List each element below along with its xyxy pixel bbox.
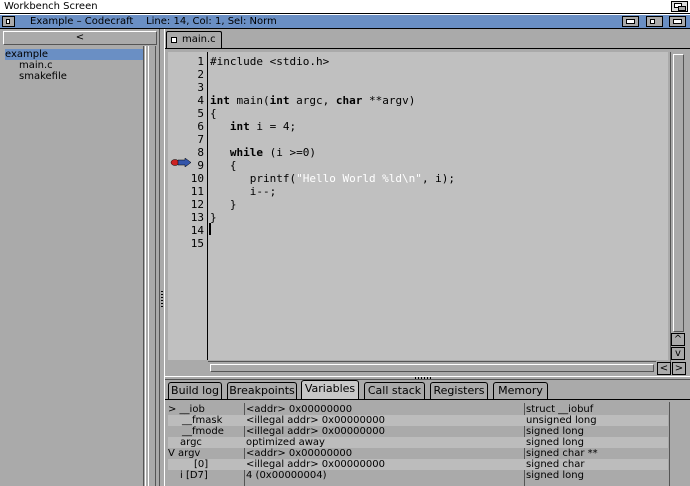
var-name: __fmask bbox=[182, 415, 223, 426]
close-gadget-icon[interactable] bbox=[2, 16, 15, 27]
tab-main-c[interactable]: main.c bbox=[166, 31, 222, 48]
code-line-8: while (i >=0) bbox=[229, 146, 316, 159]
tab-call-stack[interactable]: Call stack bbox=[364, 382, 425, 399]
code-editor[interactable]: #include <stdio.h> int main(int argc, ch… bbox=[208, 52, 668, 360]
line-number: 9 bbox=[197, 159, 204, 172]
window-title-text: Example – Codecraft bbox=[30, 16, 134, 27]
line-number: 2 bbox=[197, 68, 204, 81]
variable-row[interactable]: i [D7] 4 (0x00000004) signed long bbox=[168, 470, 668, 481]
editor-horizontal-scrollbar[interactable] bbox=[208, 361, 656, 374]
line-number: 10 bbox=[190, 172, 204, 185]
var-value: <addr> 0x00000000 bbox=[246, 404, 353, 415]
variable-row[interactable]: > __iob <addr> 0x00000000 struct __iobuf bbox=[168, 404, 668, 415]
var-value: 4 (0x00000004) bbox=[246, 470, 327, 481]
collapse-project-button[interactable]: < bbox=[3, 31, 157, 45]
var-name: V argv bbox=[168, 448, 201, 459]
screen-title: Workbench Screen bbox=[4, 1, 98, 12]
variable-row[interactable]: __fmode <illegal addr> 0x00000000 signed… bbox=[168, 426, 668, 437]
line-number: 1 bbox=[197, 55, 204, 68]
editor-status: Line: 14, Col: 1, Sel: Norm bbox=[146, 16, 277, 27]
tab-variables[interactable]: Variables bbox=[301, 380, 359, 399]
var-value: <illegal addr> 0x00000000 bbox=[246, 415, 385, 426]
variables-scrollbar[interactable] bbox=[669, 402, 687, 486]
code-line-6: int i = 4; bbox=[229, 120, 297, 133]
code-line-9: { bbox=[210, 159, 237, 172]
var-value: <illegal addr> 0x00000000 bbox=[246, 426, 385, 437]
var-name: argc bbox=[180, 437, 202, 448]
project-tree[interactable]: example main.c smakefile bbox=[3, 46, 144, 486]
scroll-right-icon[interactable]: > bbox=[672, 362, 686, 375]
var-type: signed long bbox=[526, 426, 584, 437]
screen-depth-icon[interactable] bbox=[671, 1, 688, 12]
breakpoint-arrow-icon[interactable] bbox=[170, 158, 192, 167]
line-number: 14 bbox=[190, 224, 204, 237]
line-number-gutter: 1 2 3 4 5 6 7 8 9 10 11 12 13 14 15 bbox=[178, 52, 208, 360]
var-name: i [D7] bbox=[180, 470, 208, 481]
editor-vscroll-knob[interactable] bbox=[673, 54, 684, 332]
screen-title-bar[interactable]: Workbench Screen bbox=[0, 0, 690, 14]
line-number: 4 bbox=[197, 94, 204, 107]
tab-breakpoints[interactable]: Breakpoints bbox=[227, 382, 297, 399]
tree-item-example[interactable]: example bbox=[5, 49, 143, 60]
line-number: 11 bbox=[190, 185, 204, 198]
scroll-up-icon[interactable]: ^ bbox=[671, 333, 685, 346]
iconify-gadget-icon[interactable] bbox=[622, 16, 639, 27]
window-title-bar[interactable]: Example – Codecraft Line: 14, Col: 1, Se… bbox=[0, 14, 690, 29]
file-tab-icon bbox=[171, 37, 177, 43]
line-number: 15 bbox=[190, 237, 204, 250]
line-number: 3 bbox=[197, 81, 204, 94]
tab-memory[interactable]: Memory bbox=[493, 382, 548, 399]
var-type: signed char ** bbox=[526, 448, 598, 459]
splitter-grip-icon bbox=[161, 291, 163, 307]
line-number: 6 bbox=[197, 120, 204, 133]
tree-item-smakefile[interactable]: smakefile bbox=[19, 71, 67, 82]
var-type: unsigned long bbox=[526, 415, 597, 426]
text-cursor bbox=[209, 223, 211, 235]
line-number: 5 bbox=[197, 107, 204, 120]
code-line-1: #include <stdio.h> bbox=[210, 55, 330, 68]
line-number: 7 bbox=[197, 133, 204, 146]
var-name: __fmode bbox=[182, 426, 224, 437]
tab-registers[interactable]: Registers bbox=[430, 382, 488, 399]
code-line-11: i--; bbox=[210, 185, 277, 198]
project-scroll-knob[interactable] bbox=[148, 46, 156, 486]
code-line-5: { bbox=[210, 107, 217, 120]
depth-gadget-icon[interactable] bbox=[669, 16, 686, 27]
zoom-gadget-icon[interactable] bbox=[646, 16, 663, 27]
code-line-4: int main(int argc, char **argv) bbox=[210, 94, 416, 107]
var-type: signed long bbox=[526, 470, 584, 481]
horizontal-splitter[interactable] bbox=[165, 376, 690, 380]
variable-row[interactable]: __fmask <illegal addr> 0x00000000 unsign… bbox=[168, 415, 668, 426]
variable-row[interactable]: [0] <illegal addr> 0x00000000 signed cha… bbox=[168, 459, 668, 470]
tab-build-log[interactable]: Build log bbox=[168, 382, 222, 399]
tree-item-main-c[interactable]: main.c bbox=[19, 60, 53, 71]
scroll-left-icon[interactable]: < bbox=[657, 362, 671, 375]
var-name: [0] bbox=[194, 459, 209, 470]
line-number: 13 bbox=[190, 211, 204, 224]
code-line-12: } bbox=[210, 198, 237, 211]
var-type: signed char bbox=[526, 459, 585, 470]
editor-hscroll-knob[interactable] bbox=[210, 364, 654, 372]
variable-row[interactable]: argc optimized away signed long bbox=[168, 437, 668, 448]
breakpoint-gutter[interactable] bbox=[168, 52, 178, 360]
tab-label: main.c bbox=[182, 34, 216, 45]
project-scrollbar[interactable] bbox=[145, 46, 158, 486]
line-number: 12 bbox=[190, 198, 204, 211]
var-type: signed long bbox=[526, 437, 584, 448]
editor-vertical-scrollbar[interactable]: ^ v bbox=[670, 52, 686, 362]
variable-row[interactable]: V argv <addr> 0x00000000 signed char ** bbox=[168, 448, 668, 459]
splitter-grip-icon bbox=[415, 377, 431, 379]
var-value: <addr> 0x00000000 bbox=[246, 448, 353, 459]
window-title: Example – Codecraft Line: 14, Col: 1, Se… bbox=[30, 16, 277, 27]
var-type: struct __iobuf bbox=[526, 404, 594, 415]
line-number: 8 bbox=[197, 146, 204, 159]
var-name: > __iob bbox=[168, 404, 205, 415]
var-value: optimized away bbox=[246, 437, 325, 448]
scroll-down-icon[interactable]: v bbox=[671, 347, 685, 360]
var-value: <illegal addr> 0x00000000 bbox=[246, 459, 385, 470]
code-line-10: printf("Hello World %ld\n", i); bbox=[210, 172, 456, 185]
